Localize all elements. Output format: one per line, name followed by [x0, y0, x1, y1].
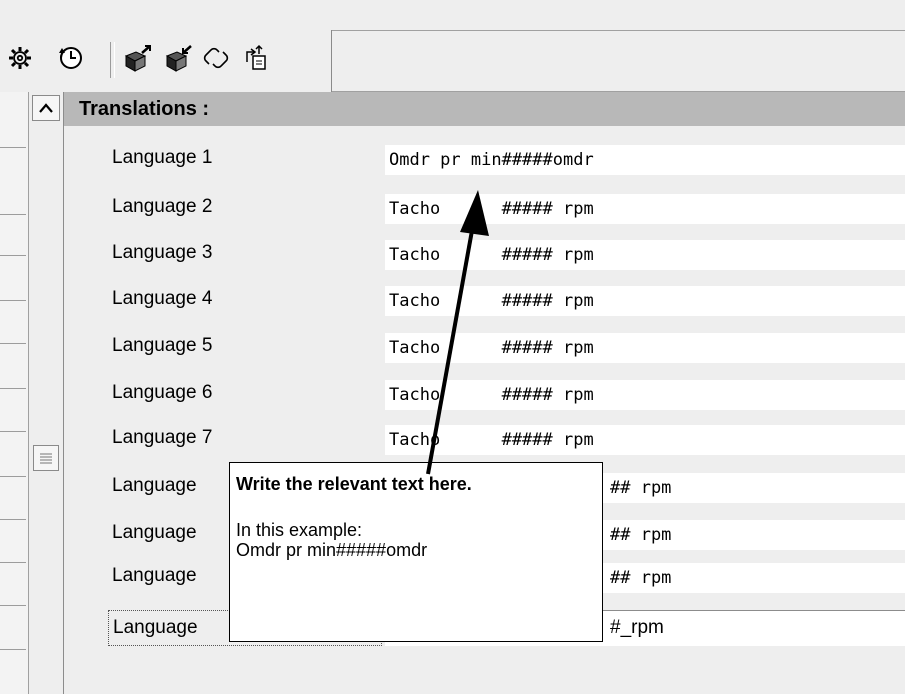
translation-editor-window: Translations : Language 1 Omdr pr min###… [0, 0, 905, 694]
list-divider [0, 562, 26, 563]
chevron-up-icon [39, 103, 53, 113]
list-divider [0, 147, 26, 148]
row-label: Language 3 [112, 242, 213, 263]
translation-field[interactable]: Tacho ##### rpm [385, 240, 905, 270]
row-label: Language 7 [112, 427, 213, 448]
translation-field[interactable]: Tacho ##### rpm [385, 286, 905, 316]
callout-text: Omdr pr min#####omdr [236, 540, 428, 560]
list-divider [0, 343, 26, 344]
package-export-icon[interactable] [122, 42, 154, 74]
upload-icon[interactable] [241, 42, 273, 74]
panel-title: Translations : [64, 92, 905, 126]
toolbar-separator [110, 42, 115, 78]
grip-icon [40, 453, 52, 464]
list-divider [0, 388, 26, 389]
list-divider [0, 255, 26, 256]
vertical-scrollbar[interactable] [28, 92, 64, 694]
row-label: Language 4 [112, 288, 213, 309]
left-list-pane [0, 92, 28, 694]
list-divider [0, 649, 26, 650]
row-label: Language [112, 475, 197, 496]
callout-title: Write the relevant text here. [236, 474, 472, 494]
list-divider [0, 605, 26, 606]
instruction-callout: Write the relevant text here. In this ex… [229, 462, 603, 642]
toolbar-panel [0, 30, 332, 93]
package-import-icon[interactable] [163, 42, 195, 74]
list-divider [0, 431, 26, 432]
list-divider [0, 519, 26, 520]
row-label: Language [112, 522, 197, 543]
translation-field[interactable]: Omdr pr min#####omdr [385, 145, 905, 175]
toolbar [0, 30, 905, 93]
gear-settings-icon[interactable] [4, 42, 36, 74]
row-label: Language 2 [112, 196, 213, 217]
scroll-thumb[interactable] [33, 445, 59, 471]
scroll-up-button[interactable] [32, 95, 60, 121]
callout-text: In this example: [236, 520, 363, 540]
list-divider [0, 300, 26, 301]
translation-field[interactable]: Tacho ##### rpm [385, 425, 905, 455]
row-label: Language [112, 565, 197, 586]
translation-field[interactable]: Tacho ##### rpm [385, 194, 905, 224]
translation-field[interactable]: Tacho ##### rpm [385, 333, 905, 363]
clock-icon[interactable] [55, 42, 87, 74]
title-band [0, 0, 905, 31]
list-divider [0, 476, 26, 477]
translation-field[interactable]: Tacho ##### rpm [385, 380, 905, 410]
link-icon[interactable] [200, 42, 232, 74]
list-divider [0, 214, 26, 215]
row-label: Language 1 [112, 147, 213, 168]
row-label: Language 6 [112, 382, 213, 403]
row-label: Language 5 [112, 335, 213, 356]
